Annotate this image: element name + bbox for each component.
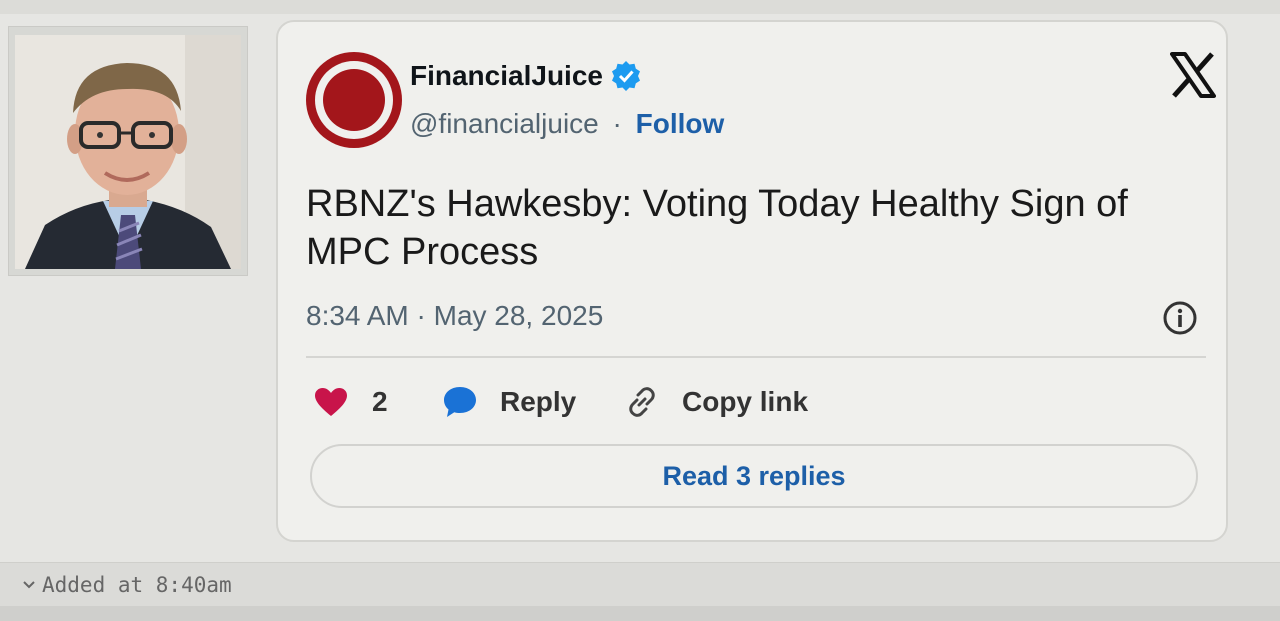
tweet-timestamp[interactable]: 8:34 AM · May 28, 2025 <box>306 300 603 332</box>
tweet-actions: 2 Reply Copy link <box>314 380 808 424</box>
chevron-down-icon <box>23 581 35 589</box>
reply-label: Reply <box>500 386 577 417</box>
author-name-text[interactable]: FinancialJuice <box>410 60 603 92</box>
added-toggle[interactable]: Added at 8:40am <box>22 573 232 597</box>
handle-separator: · <box>612 108 622 139</box>
info-icon[interactable] <box>1162 300 1198 336</box>
financialjuice-logo-icon[interactable] <box>304 50 404 150</box>
verified-badge-icon <box>611 61 641 91</box>
person-photo <box>15 35 241 269</box>
copy-link-button[interactable]: Copy link <box>624 384 808 420</box>
author-name[interactable]: FinancialJuice <box>410 60 641 92</box>
added-label-text: Added at 8:40am <box>42 573 232 597</box>
follow-button[interactable]: Follow <box>636 108 725 139</box>
like-count: 2 <box>372 386 388 417</box>
author-handle[interactable]: @financialjuice <box>410 108 599 139</box>
handle-row: @financialjuice · Follow <box>410 108 724 140</box>
bottom-edge <box>0 606 1280 621</box>
article-photo-frame <box>8 26 248 276</box>
read-replies-button[interactable]: Read 3 replies <box>310 444 1198 508</box>
added-timestamp-bar: Added at 8:40am <box>0 562 1280 606</box>
reply-button[interactable]: Reply <box>442 385 624 419</box>
copy-link-label: Copy link <box>682 386 809 417</box>
tweet-text: RBNZ's Hawkesby: Voting Today Healthy Si… <box>306 183 1128 273</box>
embedded-tweet-card[interactable]: FinancialJuice @financialjuice · Follow … <box>276 20 1228 542</box>
link-icon <box>629 387 655 417</box>
x-logo-icon[interactable] <box>1170 52 1216 98</box>
headline-cutoff-strip <box>0 0 1280 14</box>
heart-icon <box>315 388 347 416</box>
like-button[interactable]: 2 <box>314 386 442 418</box>
divider <box>306 356 1206 358</box>
speech-bubble-icon <box>444 387 476 417</box>
